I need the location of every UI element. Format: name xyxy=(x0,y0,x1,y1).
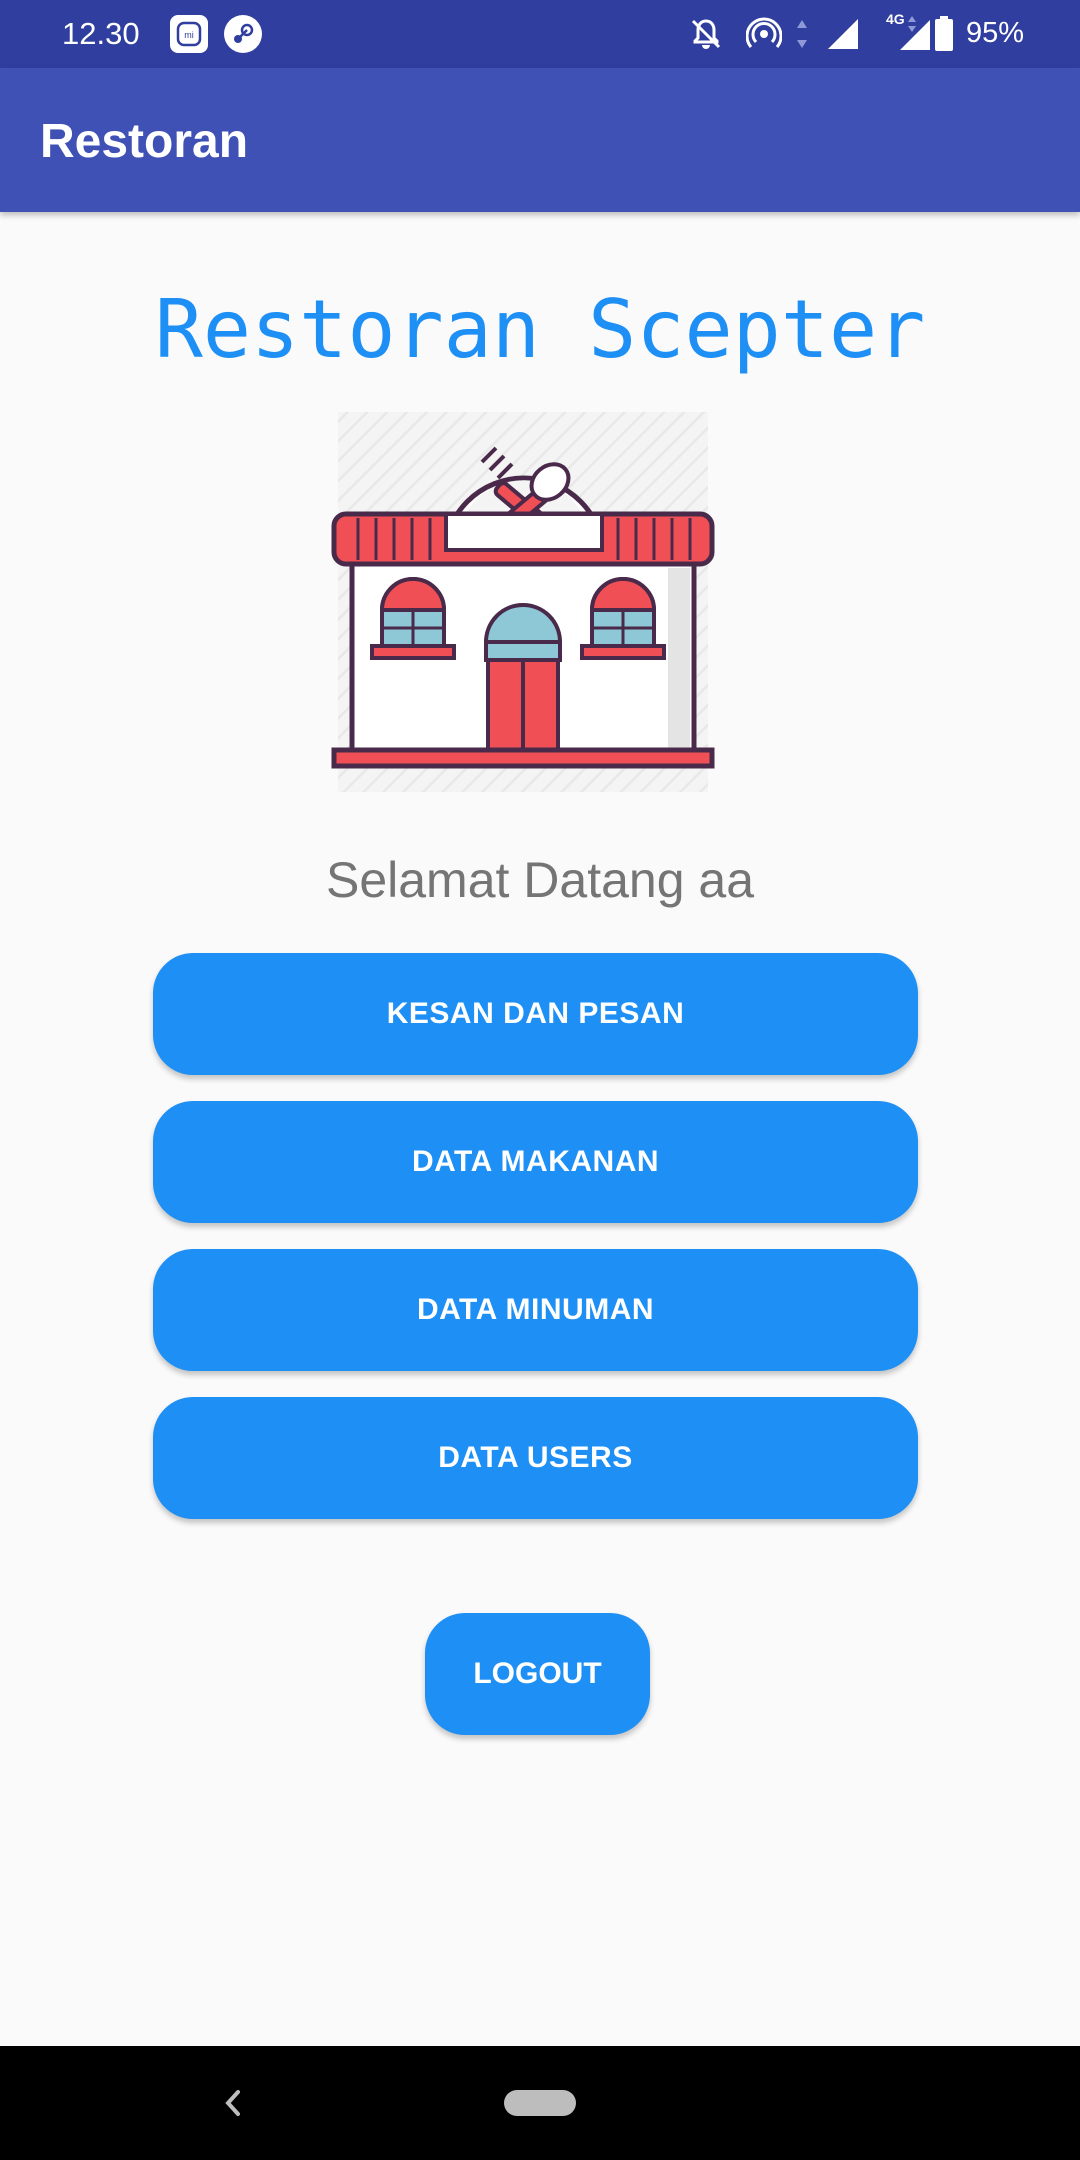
restaurant-icon xyxy=(331,412,715,792)
battery-percentage: 95% xyxy=(966,17,1025,49)
data-arrows-icon xyxy=(796,18,808,58)
svg-text:mi: mi xyxy=(184,30,194,40)
back-icon[interactable] xyxy=(218,2086,248,2120)
notifications-off-icon xyxy=(688,16,724,60)
data-minuman-button[interactable]: DATA MINUMAN xyxy=(153,1249,918,1371)
steam-icon xyxy=(224,15,262,53)
status-time: 12.30 xyxy=(62,16,140,51)
app-title: Restoran xyxy=(40,115,249,168)
mi-app-icon: mi xyxy=(170,15,208,53)
home-pill-icon[interactable] xyxy=(504,2090,576,2116)
signal-4g-icon: 4G xyxy=(886,11,932,60)
logout-button[interactable]: LOGOUT xyxy=(425,1613,650,1735)
data-users-button[interactable]: DATA USERS xyxy=(153,1397,918,1519)
system-nav-bar xyxy=(0,2046,1080,2160)
kesan-dan-pesan-button[interactable]: KESAN DAN PESAN xyxy=(153,953,918,1075)
welcome-text: Selamat Datang aa xyxy=(325,852,755,908)
hotspot-icon xyxy=(745,16,783,60)
battery-icon xyxy=(934,16,954,60)
status-bar: 12.30 mi 4G 95% xyxy=(0,0,1080,68)
restaurant-illustration xyxy=(328,410,718,795)
signal-icon xyxy=(826,17,860,59)
svg-text:4G: 4G xyxy=(886,12,905,27)
app-bar: Restoran xyxy=(0,68,1080,212)
data-makanan-button[interactable]: DATA MAKANAN xyxy=(153,1101,918,1223)
page-title: Restoran Scepter xyxy=(154,283,926,376)
